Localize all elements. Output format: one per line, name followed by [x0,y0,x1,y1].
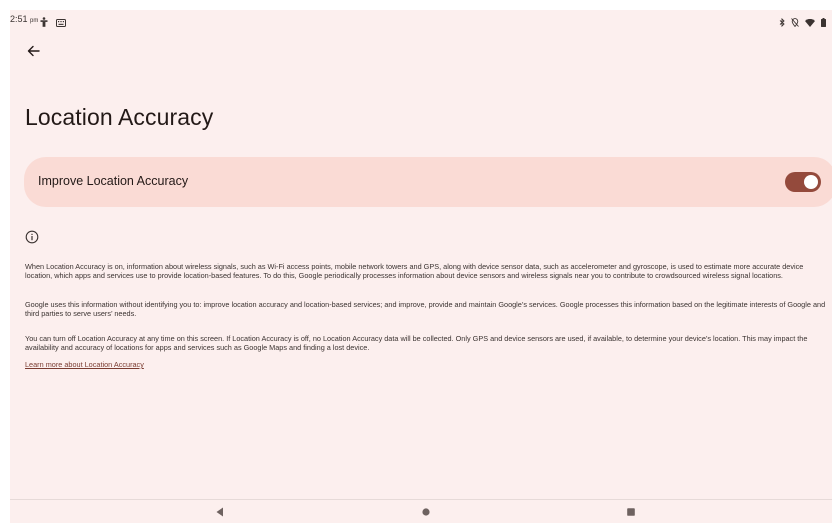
improve-location-accuracy-toggle-row[interactable]: Improve Location Accuracy [24,157,832,207]
keyboard-icon [56,14,66,32]
back-triangle-icon[interactable] [214,506,226,518]
accessibility-icon [40,14,48,32]
settings-screen: 2:51 pm Location Accuracy Improve Locati… [10,10,832,523]
status-bar: 2:51 pm [10,10,832,32]
info-icon [25,230,39,244]
learn-more-link[interactable]: Learn more about Location Accuracy [25,360,144,369]
arrow-back-icon [27,45,40,57]
description-paragraph-1: When Location Accuracy is on, informatio… [25,262,804,280]
wifi-icon [805,14,815,32]
back-button[interactable] [24,42,42,60]
home-circle-icon[interactable] [421,507,431,517]
status-time: 2:51 pm [10,14,39,24]
navigation-bar [10,499,832,523]
location-accuracy-switch[interactable] [785,172,821,192]
switch-thumb [804,175,818,189]
bluetooth-icon [779,14,785,32]
description-paragraph-3: You can turn off Location Accuracy at an… [25,334,808,352]
description-paragraph-2: Google uses this information without ide… [25,300,826,318]
location-off-icon [791,14,799,32]
page-title: Location Accuracy [25,104,214,130]
recents-square-icon[interactable] [626,507,636,517]
toggle-label: Improve Location Accuracy [38,174,189,188]
battery-icon [821,14,826,32]
